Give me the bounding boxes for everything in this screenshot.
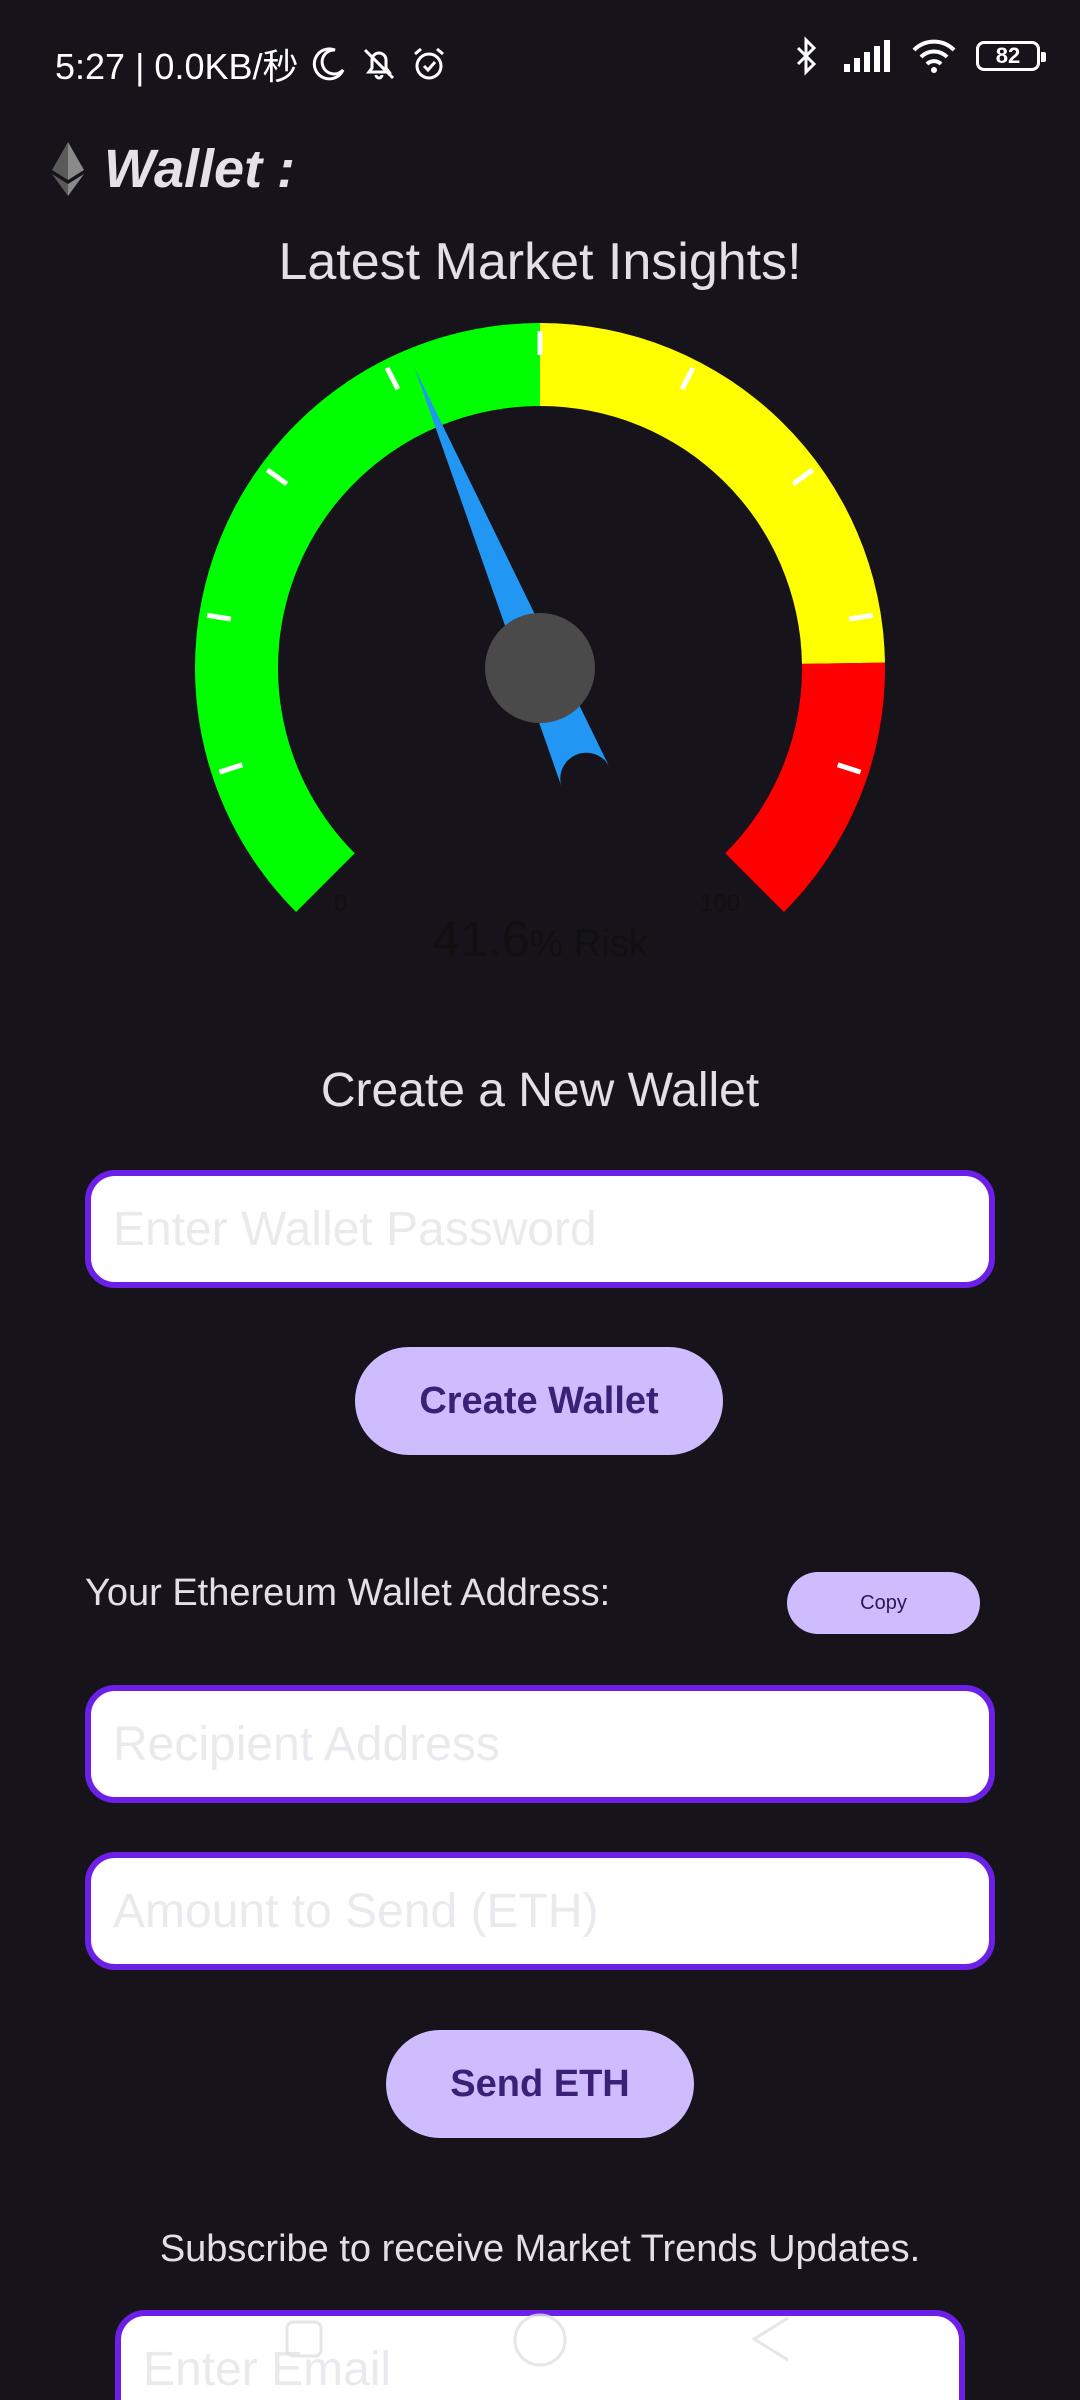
create-wallet-title: Create a New Wallet bbox=[320, 1064, 760, 1117]
back-icon[interactable] bbox=[748, 2314, 794, 2364]
signal-icon bbox=[844, 40, 890, 72]
gauge-zone-0 bbox=[194, 323, 540, 912]
home-icon[interactable] bbox=[510, 2310, 570, 2370]
app-screen: 5:27 | 0.0KB/秒 82 Wallet: Latest Market… bbox=[0, 0, 1080, 2400]
gauge-value: 41.6% Risk bbox=[0, 910, 1080, 968]
gauge-zone-1 bbox=[540, 323, 885, 664]
battery-level: 82 bbox=[995, 43, 1021, 68]
gauge-needle bbox=[414, 368, 611, 789]
recipient-address-input[interactable] bbox=[85, 1685, 995, 1803]
notifications-off-icon bbox=[363, 48, 394, 80]
insights-title: Latest Market Insights! bbox=[278, 233, 802, 291]
status-time: 5:27 | 0.0KB/秒 bbox=[55, 46, 299, 87]
app-title: Wallet : bbox=[104, 139, 296, 199]
gauge-hub bbox=[485, 613, 595, 723]
app-header: Wallet : bbox=[48, 138, 295, 200]
wifi-icon bbox=[912, 39, 956, 73]
moon-icon bbox=[312, 47, 344, 81]
gauge-zone-2 bbox=[725, 662, 886, 912]
status-bar: 5:27 | 0.0KB/秒 82 bbox=[0, 0, 1080, 120]
status-right: 82 bbox=[792, 36, 1046, 76]
copy-address-button[interactable]: Copy bbox=[787, 1572, 980, 1634]
gauge-value-unit: % Risk bbox=[529, 923, 648, 965]
send-eth-button[interactable]: Send ETH bbox=[386, 2030, 694, 2138]
amount-input[interactable] bbox=[85, 1852, 995, 1970]
wallet-address-label: Your Ethereum Wallet Address: bbox=[85, 1572, 611, 1614]
gauge-value-number: 41.6 bbox=[432, 911, 530, 967]
status-left: 5:27 | 0.0KB/秒 bbox=[55, 38, 449, 90]
wallet-password-input[interactable] bbox=[85, 1170, 995, 1288]
recents-icon[interactable] bbox=[283, 2318, 325, 2360]
create-wallet-button[interactable]: Create Wallet bbox=[355, 1347, 723, 1455]
risk-gauge bbox=[194, 323, 886, 912]
battery-icon: 82 bbox=[976, 41, 1046, 71]
alarm-icon bbox=[413, 47, 444, 80]
bluetooth-icon bbox=[796, 36, 817, 76]
ethereum-icon bbox=[52, 142, 84, 196]
subscribe-text: Subscribe to receive Market Trends Updat… bbox=[159, 2228, 921, 2270]
